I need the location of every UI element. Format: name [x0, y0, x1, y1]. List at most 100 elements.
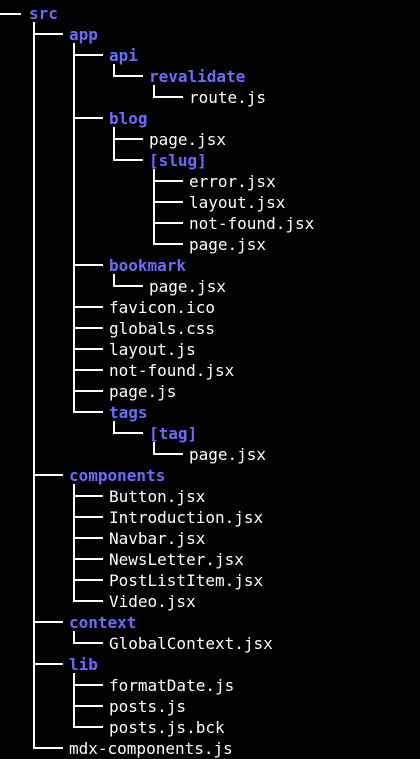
tree-branch-connector — [73, 117, 103, 119]
tree-folder-row[interactable]: lib — [0, 654, 420, 675]
file-name: not-found.jsx — [189, 214, 315, 233]
tree-trunk-connector — [73, 328, 75, 350]
folder-name: components — [69, 466, 166, 485]
tree-trunk-connector — [113, 139, 115, 161]
file-name: page.jsx — [189, 445, 267, 464]
tree-trunk-connector — [73, 538, 75, 560]
tree-branch-connector — [73, 642, 103, 644]
file-name: layout.jsx — [189, 193, 286, 212]
tree-trunk-connector — [73, 631, 75, 644]
tree-file-row[interactable]: favicon.ico — [0, 297, 420, 318]
tree-branch-connector — [73, 411, 103, 413]
tree-trunk-connector — [73, 391, 75, 413]
folder-name: lib — [69, 655, 98, 674]
tree-file-row[interactable]: page.jsx — [0, 276, 420, 297]
tree-trunk-connector — [153, 223, 155, 245]
tree-folder-row[interactable]: bookmark — [0, 255, 420, 276]
folder-name: bookmark — [109, 256, 187, 275]
tree-file-row[interactable]: layout.jsx — [0, 192, 420, 213]
tree-branch-connector — [113, 75, 143, 77]
tree-trunk-connector — [73, 580, 75, 602]
tree-trunk-connector — [33, 664, 35, 749]
tree-file-row[interactable]: not-found.jsx — [0, 360, 420, 381]
tree-trunk-connector — [153, 85, 155, 98]
tree-branch-connector — [73, 579, 103, 581]
tree-folder-row[interactable]: [tag] — [0, 423, 420, 444]
tree-folder-row[interactable]: [slug] — [0, 150, 420, 171]
tree-branch-connector — [73, 327, 103, 329]
tree-trunk-connector — [73, 265, 75, 308]
folder-name: context — [69, 613, 137, 632]
tree-trunk-connector — [73, 685, 75, 707]
tree-trunk-connector — [113, 274, 115, 287]
file-name: posts.js — [109, 697, 187, 716]
tree-file-row[interactable]: posts.js.bck — [0, 717, 420, 738]
tree-folder-row[interactable]: components — [0, 465, 420, 486]
tree-file-row[interactable]: layout.js — [0, 339, 420, 360]
tree-file-row[interactable]: not-found.jsx — [0, 213, 420, 234]
file-name: page.js — [109, 382, 177, 401]
tree-branch-connector — [73, 705, 103, 707]
tree-branch-connector — [33, 747, 63, 749]
tree-folder-row[interactable]: context — [0, 612, 420, 633]
tree-branch-connector — [33, 474, 63, 476]
tree-trunk-connector — [73, 370, 75, 392]
file-name: Video.jsx — [109, 592, 196, 611]
tree-folder-row[interactable]: tags — [0, 402, 420, 423]
tree-trunk-connector — [153, 202, 155, 224]
file-name: PostListItem.jsx — [109, 571, 264, 590]
file-name: NewsLetter.jsx — [109, 550, 244, 569]
tree-file-row[interactable]: formatDate.js — [0, 675, 420, 696]
tree-trunk-connector — [113, 421, 115, 434]
tree-folder-row[interactable]: revalidate — [0, 66, 420, 87]
tree-file-row[interactable]: page.jsx — [0, 234, 420, 255]
file-name: Navbar.jsx — [109, 529, 206, 548]
tree-branch-connector — [113, 159, 143, 161]
tree-folder-row[interactable]: blog — [0, 108, 420, 129]
tree-file-row[interactable]: Introduction.jsx — [0, 507, 420, 528]
file-name: route.js — [189, 88, 267, 107]
tree-folder-row[interactable]: src — [0, 3, 420, 24]
folder-name: blog — [109, 109, 148, 128]
tree-branch-connector — [153, 201, 183, 203]
tree-branch-connector — [73, 390, 103, 392]
file-name: layout.js — [109, 340, 196, 359]
file-name: not-found.jsx — [109, 361, 235, 380]
tree-trunk-connector — [33, 475, 35, 623]
tree-branch-connector — [73, 264, 103, 266]
tree-file-row[interactable]: page.jsx — [0, 129, 420, 150]
tree-trunk-connector — [113, 64, 115, 77]
tree-branch-connector — [73, 495, 103, 497]
tree-file-row[interactable]: NewsLetter.jsx — [0, 549, 420, 570]
tree-file-row[interactable]: page.jsx — [0, 444, 420, 465]
tree-trunk-connector — [73, 118, 75, 266]
tree-file-row[interactable]: Video.jsx — [0, 591, 420, 612]
file-name: globals.css — [109, 319, 215, 338]
tree-branch-connector — [113, 432, 143, 434]
folder-name: src — [29, 4, 58, 23]
tree-file-row[interactable]: globals.css — [0, 318, 420, 339]
tree-file-row[interactable]: route.js — [0, 87, 420, 108]
file-name: page.jsx — [149, 277, 227, 296]
tree-file-row[interactable]: error.jsx — [0, 171, 420, 192]
tree-branch-connector — [153, 96, 183, 98]
file-name: favicon.ico — [109, 298, 215, 317]
tree-folder-row[interactable]: api — [0, 45, 420, 66]
tree-file-row[interactable]: PostListItem.jsx — [0, 570, 420, 591]
file-name: page.jsx — [149, 130, 227, 149]
tree-trunk-connector — [73, 349, 75, 371]
tree-folder-row[interactable]: app — [0, 24, 420, 45]
tree-file-row[interactable]: mdx-components.js — [0, 738, 420, 759]
tree-branch-connector — [113, 138, 143, 140]
tree-file-row[interactable]: GlobalContext.jsx — [0, 633, 420, 654]
tree-file-row[interactable]: posts.js — [0, 696, 420, 717]
tree-trunk-connector — [33, 34, 35, 476]
tree-file-row[interactable]: Navbar.jsx — [0, 528, 420, 549]
tree-trunk-connector — [73, 559, 75, 581]
file-tree: src app api revalidate route.js blog page.jsx[… — [0, 0, 420, 758]
file-name: formatDate.js — [109, 676, 235, 695]
folder-name: [slug] — [149, 151, 207, 170]
tree-file-row[interactable]: page.js — [0, 381, 420, 402]
file-name: Introduction.jsx — [109, 508, 264, 527]
tree-file-row[interactable]: Button.jsx — [0, 486, 420, 507]
